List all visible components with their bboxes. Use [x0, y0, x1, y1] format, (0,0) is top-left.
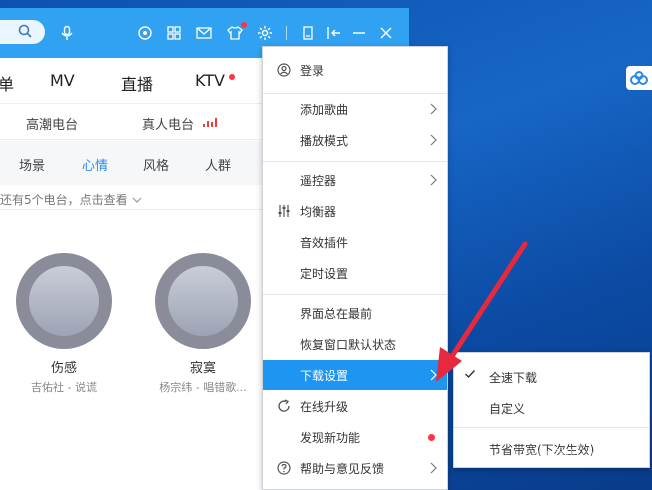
cloud-tray-icon[interactable]	[626, 66, 652, 90]
ktv-badge	[229, 74, 235, 80]
subnav-live-radio[interactable]: 真人电台	[142, 114, 194, 133]
tab-mood[interactable]: 心情	[82, 155, 108, 174]
mail-icon[interactable]	[195, 24, 213, 42]
station-name: 伤感	[50, 361, 77, 376]
menu-separator	[454, 427, 649, 428]
settings-menu: 登录 添加歌曲 播放模式 遥控器 均衡器 音效插件 定时设置 界面总在最前 恢复…	[262, 46, 448, 490]
menu-item-restore-window[interactable]: 恢复窗口默认状态	[263, 329, 447, 359]
tab-ktv[interactable]: KTV	[195, 71, 225, 90]
help-icon	[276, 460, 292, 476]
chevron-right-icon	[430, 174, 437, 186]
collapse-panel-icon[interactable]	[325, 24, 343, 42]
chevron-right-icon	[430, 462, 437, 474]
menu-item-new-features[interactable]: 发现新功能	[263, 422, 447, 452]
station-cover	[155, 253, 251, 349]
menu-item-remote[interactable]: 遥控器	[263, 165, 447, 195]
menu-separator	[263, 161, 447, 162]
station-name: 寂寞	[189, 361, 216, 376]
menu-item-equalizer[interactable]: 均衡器	[263, 196, 447, 226]
close-icon[interactable]	[377, 24, 395, 42]
radio-target-icon[interactable]	[136, 24, 154, 42]
grid-apps-icon[interactable]	[165, 24, 183, 42]
subnav-climax-radio[interactable]: 高潮电台	[26, 114, 78, 133]
notification-dot	[241, 22, 247, 28]
submenu-item-full-speed[interactable]: 全速下载	[454, 361, 649, 391]
checkmark-icon	[464, 368, 476, 383]
menu-item-sound-plugin[interactable]: 音效插件	[263, 227, 447, 257]
submenu-item-custom[interactable]: 自定义	[454, 392, 649, 422]
mini-mode-icon[interactable]	[299, 24, 317, 42]
chevron-right-icon	[430, 103, 437, 115]
station-card[interactable]: 伤感 吉佑社 - 说谎	[14, 253, 114, 395]
menu-item-download-settings[interactable]: 下载设置	[263, 360, 447, 390]
signal-bars-icon	[203, 116, 217, 130]
menu-separator	[263, 294, 447, 295]
menu-item-help-feedback[interactable]: 帮助与意见反馈	[263, 453, 447, 483]
tab-style[interactable]: 风格	[143, 155, 169, 174]
gear-icon[interactable]	[256, 24, 274, 42]
equalizer-icon	[276, 203, 292, 219]
tab-mv[interactable]: MV	[50, 71, 75, 90]
minimize-icon[interactable]	[350, 24, 368, 42]
menu-item-timer[interactable]: 定时设置	[263, 258, 447, 288]
chevron-down-icon	[132, 193, 142, 207]
station-song: 吉佑社 - 说谎	[31, 381, 97, 394]
station-card[interactable]: 寂寞 杨宗纬 - 唱错歌...	[153, 253, 253, 395]
new-feature-badge	[428, 434, 435, 441]
chevron-right-icon	[430, 369, 437, 381]
microphone-icon[interactable]	[58, 24, 76, 42]
tab-scene[interactable]: 场景	[19, 155, 45, 174]
menu-item-always-on-top[interactable]: 界面总在最前	[263, 298, 447, 328]
upgrade-icon	[276, 398, 292, 414]
titlebar-divider	[286, 26, 287, 40]
user-circle-icon	[276, 62, 292, 78]
menu-item-login[interactable]: 登录	[263, 55, 447, 85]
tab-live[interactable]: 直播	[121, 71, 153, 95]
search-input[interactable]	[0, 20, 45, 44]
menu-item-online-upgrade[interactable]: 在线升级	[263, 391, 447, 421]
menu-item-add-song[interactable]: 添加歌曲	[263, 94, 447, 124]
station-song: 杨宗纬 - 唱错歌...	[159, 381, 247, 394]
watermark: jingyan.baidu.com	[514, 448, 603, 460]
skin-shirt-icon[interactable]	[226, 22, 247, 42]
tab-audience[interactable]: 人群	[205, 155, 231, 174]
station-cover	[16, 253, 112, 349]
chevron-right-icon	[430, 134, 437, 146]
hint-text: 还有5个电台，点击查看	[0, 193, 128, 207]
menu-item-play-mode[interactable]: 播放模式	[263, 125, 447, 155]
tab-playlist[interactable]: 单	[0, 71, 14, 95]
search-icon[interactable]	[18, 24, 32, 41]
